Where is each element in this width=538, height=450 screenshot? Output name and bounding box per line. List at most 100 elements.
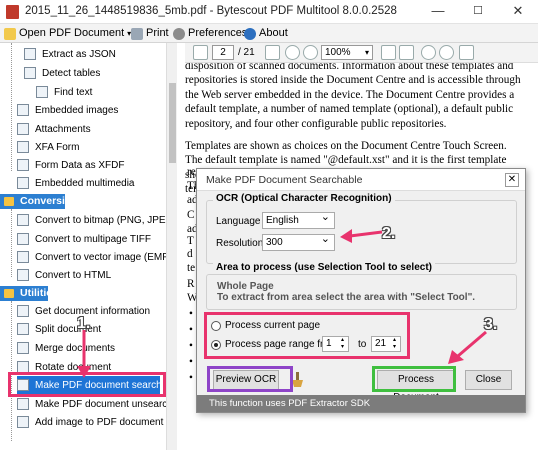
maximize-button[interactable]: ☐: [458, 0, 498, 24]
doc-bullet: •: [189, 340, 193, 352]
arrow-step-3: [448, 330, 487, 364]
tools-scrollbar[interactable]: [166, 43, 177, 450]
fit-page-icon[interactable]: [381, 45, 396, 60]
tree-item-find-text[interactable]: Find text: [36, 83, 92, 101]
tree-item-label: Extract as JSON: [42, 48, 116, 60]
tree-item-label: Embedded multimedia: [35, 177, 135, 189]
tree-item-xfa-form[interactable]: XFA Form: [17, 138, 79, 156]
json-icon: [24, 48, 36, 60]
tree-item-label: Embedded images: [35, 104, 119, 116]
tree-item-label: Make PDF document unsearchable: [35, 398, 177, 410]
vector-icon: [17, 251, 29, 263]
zoom-value: 100%: [325, 47, 351, 58]
print-button[interactable]: Print: [131, 26, 169, 41]
tree-item-detect-tables[interactable]: Detect tables: [24, 64, 100, 82]
close-window-button[interactable]: ✕: [498, 0, 538, 24]
tree-item-label: Add image to PDF document: [35, 416, 164, 428]
paperclip-icon: [17, 123, 29, 135]
doc-fragment: re: [187, 166, 196, 178]
open-document-label: Open PDF Document: [19, 27, 125, 39]
doc-bullet: •: [189, 308, 193, 320]
tree-line: [11, 43, 12, 171]
next-page-icon[interactable]: [265, 45, 280, 60]
group-conversion[interactable]: Conversion: [0, 194, 78, 209]
tree-item-convert-emf[interactable]: Convert to vector image (EMF): [17, 248, 172, 266]
window-title: 2015_11_26_1448519836_5mb.pdf - Bytescou…: [25, 5, 397, 17]
page-number-input[interactable]: 2: [212, 45, 234, 60]
doc-bullet: •: [189, 324, 193, 336]
doc-fragment: d: [187, 248, 193, 260]
doc-fragment: R: [187, 278, 195, 290]
rotate-left-icon[interactable]: [421, 45, 436, 60]
about-button[interactable]: About: [244, 26, 288, 41]
highlight-preview-ocr: [207, 366, 293, 392]
printer-icon: [131, 27, 143, 40]
whole-page-text: Whole Page: [217, 281, 274, 292]
select-tool-icon[interactable]: [459, 45, 474, 60]
zoom-combo[interactable]: 100% ▾: [321, 45, 373, 60]
tree-item-convert-bitmap[interactable]: Convert to bitmap (PNG, JPEG, ...): [17, 211, 177, 229]
rotate-right-icon[interactable]: [439, 45, 454, 60]
tree-item-convert-tiff[interactable]: Convert to multipage TIFF: [17, 230, 151, 248]
about-label: About: [259, 27, 288, 39]
print-label: Print: [146, 27, 169, 39]
tree-item-extract-json[interactable]: Extract as JSON: [24, 45, 116, 63]
area-group-legend: Area to process (use Selection Tool to s…: [213, 262, 435, 273]
preferences-button[interactable]: Preferences: [173, 26, 247, 41]
tree-item-embedded-images[interactable]: Embedded images: [17, 101, 118, 119]
tree-item-convert-html[interactable]: Convert to HTML: [17, 266, 111, 284]
multimedia-icon: [17, 177, 29, 189]
info-icon: [244, 27, 256, 40]
close-button[interactable]: Close: [465, 370, 512, 390]
tree-line: [11, 301, 12, 441]
tree-item-label: Form Data as XFDF: [35, 159, 125, 171]
prev-page-icon[interactable]: [193, 45, 208, 60]
zoom-in-icon[interactable]: [285, 45, 300, 60]
tree-item-label: XFA Form: [35, 141, 80, 153]
scrollbar-thumb[interactable]: [169, 83, 176, 163]
language-label: Language: [216, 216, 261, 227]
group-utilities[interactable]: Utilities: [0, 286, 58, 301]
app-icon: [6, 5, 19, 19]
zoom-out-icon[interactable]: [303, 45, 318, 60]
fit-width-icon[interactable]: [399, 45, 414, 60]
table-icon: [24, 67, 36, 79]
highlight-step-3: [372, 366, 456, 392]
tree-item-label: Find text: [54, 86, 93, 98]
dialog-close-icon[interactable]: ✕: [505, 173, 519, 187]
html-icon: [17, 269, 29, 281]
resolution-label: Resolution: [216, 238, 264, 249]
tree-item-form-data-xfdf[interactable]: Form Data as XFDF: [17, 156, 124, 174]
minimize-button[interactable]: —: [418, 0, 458, 24]
split-icon: [17, 323, 29, 335]
unsearchable-icon: [17, 398, 29, 410]
language-select[interactable]: English: [262, 210, 335, 229]
tree-item-merge[interactable]: Merge documents: [17, 339, 115, 357]
tree-item-attachments[interactable]: Attachments: [17, 120, 91, 138]
resolution-select[interactable]: 300: [262, 232, 335, 251]
info-doc-icon: [17, 305, 29, 317]
tree-item-embedded-multimedia[interactable]: Embedded multimedia: [17, 174, 135, 192]
bitmap-icon: [17, 214, 29, 226]
tree-item-label: Convert to bitmap (PNG, JPEG, ...): [35, 214, 177, 226]
form-data-icon: [17, 159, 29, 171]
gear-icon: [173, 27, 185, 40]
tree-item-label: Detect tables: [42, 67, 101, 79]
doc-bullet: •: [189, 356, 193, 368]
area-hint-text: To extract from area select the area wit…: [217, 292, 476, 303]
ocr-group-legend: OCR (Optical Character Recognition): [213, 193, 395, 204]
tree-item-make-unsearchable[interactable]: Make PDF document unsearchable: [17, 395, 177, 413]
doc-fragment: C: [187, 209, 195, 221]
tree-item-add-image[interactable]: Add image to PDF document: [17, 413, 163, 431]
tree-item-label: Convert to vector image (EMF): [35, 251, 172, 263]
doc-bullet: •: [189, 372, 193, 384]
tree-item-label: Attachments: [35, 123, 91, 135]
main-toolbar: Open PDF Document ▾ Print Preferences Ab…: [0, 24, 538, 43]
tree-line: [11, 209, 12, 277]
title-bar: 2015_11_26_1448519836_5mb.pdf - Bytescou…: [0, 0, 538, 24]
tree-item-label: Convert to HTML: [35, 269, 112, 281]
find-icon: [36, 86, 48, 98]
navigation-toolbar: 2 / 21 100% ▾: [185, 43, 538, 63]
open-document-button[interactable]: Open PDF Document ▾: [4, 26, 131, 41]
dialog-title: Make PDF Document Searchable: [197, 169, 525, 191]
